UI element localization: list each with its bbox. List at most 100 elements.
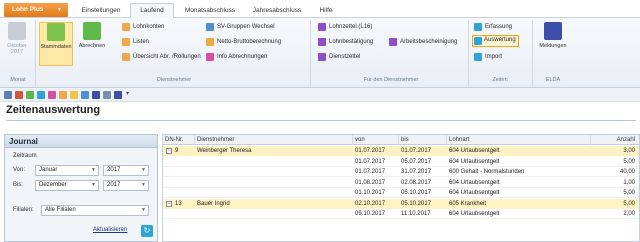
bis-label: Bis:: [13, 182, 24, 188]
tab-hilfe[interactable]: Hilfe: [314, 4, 338, 18]
save-icon[interactable]: [4, 91, 12, 99]
import-icon: [474, 53, 482, 61]
lohnkonten-button[interactable]: Lohnkonten: [122, 22, 164, 32]
cell-dienstnehmer: Bauer Ingrid: [197, 200, 230, 207]
column-separator[interactable]: [590, 135, 591, 145]
list-icon: [122, 38, 130, 46]
cell-von: 01.07.2017: [355, 148, 386, 154]
group-row[interactable]: −9 Weinberger Theresa 01.07.2017 01.07.2017…: [163, 146, 639, 156]
bis-year-select[interactable]: 2017 ▼: [103, 180, 149, 191]
column-header-von[interactable]: von: [355, 135, 399, 145]
refresh-icon[interactable]: ↻: [141, 225, 153, 237]
clock-icon: [474, 23, 482, 31]
tab-monatsabschluss[interactable]: Monatsabschluss: [180, 4, 240, 18]
table-row[interactable]: 09.10.2017 11.10.2017 604 Urlaubsentgelt 2,…: [163, 209, 639, 219]
column-header-bis[interactable]: bis: [401, 135, 445, 145]
filialen-select[interactable]: Alle Filialen ▼: [41, 205, 149, 216]
table-row[interactable]: 01.08.2017 02.08.2017 604 Urlaubsentgelt 1,…: [163, 177, 639, 188]
oktober-2017-label: Oktober 2017: [7, 43, 27, 55]
abrechnen-button[interactable]: Abrechnen: [76, 22, 108, 49]
von-label: Von:: [13, 167, 26, 173]
table-row[interactable]: 01.10.2017 05.10.2017 604 Urlaubsentgelt 5,…: [163, 188, 639, 198]
tab-einstellungen[interactable]: Einstellungen: [76, 4, 126, 18]
folder-icon[interactable]: [59, 91, 67, 99]
von-month-select[interactable]: Januar ▼: [35, 165, 99, 176]
uebersicht-rollungen-button[interactable]: Übersicht Abr. /Rollungen: [122, 52, 201, 62]
cell-anzahl: 40,00: [619, 169, 635, 175]
listen-button[interactable]: Listen: [122, 37, 149, 47]
group-label-zeiten: Zeiten: [492, 77, 508, 83]
cell-von: 01.10.2017: [355, 190, 386, 196]
column-header-dienstnehmer[interactable]: Dienstnehmer: [197, 135, 347, 145]
column-header-dn-nr[interactable]: DN-Nr.: [165, 135, 193, 145]
excel-icon[interactable]: [26, 91, 34, 99]
info-abrechnungen-button[interactable]: Info Abrechnungen: [206, 52, 267, 62]
refresh-icon[interactable]: [37, 91, 45, 99]
collapse-icon[interactable]: −: [166, 200, 172, 207]
auswertung-button[interactable]: Auswertung: [472, 35, 519, 47]
cell-bis: 11.10.2017: [401, 211, 431, 217]
group-separator: [35, 20, 36, 86]
group-row[interactable]: −13 Bauer Ingrid 02.10.2017 05.10.2017 605 K…: [163, 198, 639, 209]
cell-dienstnehmer: Weinberger Theresa: [197, 148, 252, 154]
export-icon[interactable]: [92, 91, 100, 99]
column-header-lohnart[interactable]: Lohnart: [449, 135, 569, 145]
column-separator[interactable]: [398, 135, 399, 145]
lohnzettel-l16-button[interactable]: Lohnzettel (L16): [318, 22, 372, 32]
customize-toolbar-chevron-icon[interactable]: ▾: [126, 90, 129, 97]
lohnkonten-label: Lohnkonten: [133, 24, 165, 30]
journal-panel: Journal Zeitraum Von: Januar ▼ 2017 ▼ Bi…: [4, 134, 158, 242]
cell-lohnart: 605 Krankheit: [449, 200, 487, 207]
netto-brutto-button[interactable]: Netto-Bruttoberechnung: [206, 37, 281, 47]
settings-icon[interactable]: [103, 91, 111, 99]
star-icon[interactable]: [70, 91, 78, 99]
cell-lohnart: 604 Urlaubsentgelt: [449, 158, 500, 165]
cell-anzahl: 5,00: [623, 190, 635, 196]
bis-month-select[interactable]: Dezember ▼: [35, 180, 99, 191]
help-icon[interactable]: [114, 91, 122, 99]
tab-jahresabschluss[interactable]: Jahresabschluss: [247, 4, 307, 18]
lohnzettel-l16-label: Lohnzettel (L16): [329, 24, 373, 30]
application-menu-button[interactable]: Lohn Plus ▼: [4, 3, 68, 17]
grid-header-row: DN-Nr. Dienstnehmer von bis Lohnart Anzahl: [163, 135, 639, 145]
stammdaten-button[interactable]: Stammdaten: [39, 22, 73, 66]
group-label-elda: ELDA: [545, 77, 561, 83]
group-separator: [532, 20, 533, 86]
dienstzettel-button[interactable]: Dienstzettel: [318, 52, 360, 62]
column-separator[interactable]: [446, 135, 447, 145]
cell-von: 02.10.2017: [355, 200, 386, 207]
chevron-down-icon: ▼: [91, 167, 96, 173]
table-row[interactable]: 01.07.2017 31.07.2017 600 Gehalt - Normals…: [163, 167, 639, 177]
meldungen-button[interactable]: Meldungen: [536, 22, 570, 49]
aktualisieren-link[interactable]: Aktualisieren: [93, 227, 127, 233]
bis-year-value: 2017: [107, 182, 121, 188]
lohnbestaetigung-button[interactable]: Lohnbestätigung: [318, 37, 373, 47]
ribbon: Oktober 2017 Monat Stammdaten Abrechnen …: [0, 18, 640, 88]
cell-anzahl: 3,00: [623, 148, 635, 154]
cell-dienstnehmer: [197, 178, 347, 188]
print-icon[interactable]: [15, 91, 23, 99]
sv-gruppen-wechsel-button[interactable]: SV-Gruppen Wechsel: [206, 22, 275, 32]
calendar-icon: [8, 22, 26, 40]
chevron-down-icon: ▼: [141, 207, 146, 213]
group-label-fuer-den-dienstnehmer: Für den Dienstnehmer: [363, 77, 419, 83]
arbeitsbescheinigung-button[interactable]: Arbeitsbescheinigung: [389, 37, 457, 47]
lohnbestaetigung-label: Lohnbestätigung: [329, 39, 374, 45]
filter-icon[interactable]: [81, 91, 89, 99]
erfassung-label: Erfassung: [485, 24, 513, 30]
table-row[interactable]: 01.07.2017 05.07.2017 604 Urlaubsentgelt 5,…: [163, 156, 639, 167]
column-separator[interactable]: [194, 135, 195, 145]
column-header-anzahl[interactable]: Anzahl: [593, 135, 635, 145]
tab-laufend[interactable]: Laufend: [130, 3, 174, 18]
tag-icon[interactable]: [48, 91, 56, 99]
collapse-icon[interactable]: −: [166, 148, 172, 154]
von-year-select[interactable]: 2017 ▼: [103, 165, 149, 176]
import-button[interactable]: Import: [474, 52, 502, 62]
info-icon: [206, 53, 214, 61]
chevron-down-icon: ▼: [57, 7, 62, 13]
column-separator[interactable]: [352, 135, 353, 145]
oktober-2017-button[interactable]: Oktober 2017: [4, 22, 30, 55]
info-abrechnungen-label: Info Abrechnungen: [217, 54, 268, 60]
erfassung-button[interactable]: Erfassung: [474, 22, 512, 32]
document-icon: [318, 53, 326, 61]
